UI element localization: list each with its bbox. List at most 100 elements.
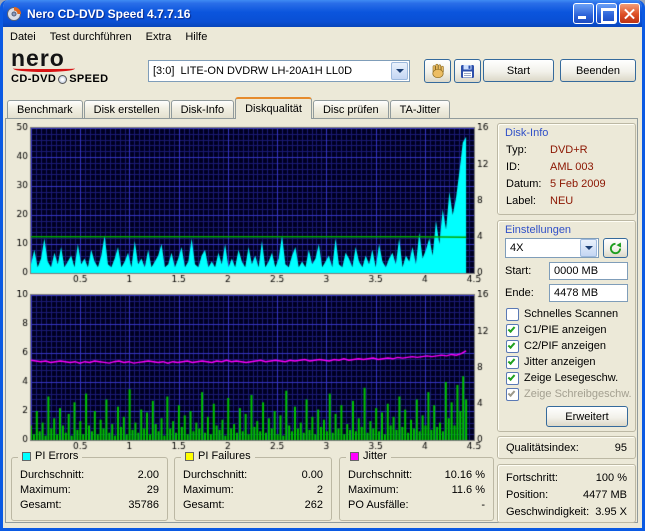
summary-row: Maximum: 2	[183, 483, 323, 496]
end-position-input[interactable]: 4478 MB	[549, 284, 628, 302]
checkbox-c2-pif-anzeigen[interactable]: C2/PIF anzeigen	[498, 338, 635, 354]
checkbox-zeige-lesegeschw[interactable]: Zeige Lesegeschw.	[498, 370, 635, 386]
summary-row: Gesamt: 35786	[20, 498, 159, 511]
scan-speed-combo[interactable]: 4X	[505, 238, 600, 258]
quit-button[interactable]: Beenden	[560, 59, 636, 82]
nero-logo-wordmark: nero	[11, 45, 65, 71]
pi-errors-summary-group: PI Errors Durchschnitt: 2.00 Maximum: 29 G…	[11, 450, 168, 521]
close-button[interactable]	[619, 3, 640, 24]
window-title: Nero CD-DVD Speed 4.7.7.16	[27, 6, 191, 21]
nero-logo: nero CD-DVD SPEED	[11, 45, 143, 92]
drive-combo-dropdown-button[interactable]	[391, 62, 408, 80]
disk-info-panel: Disk-Info Typ: DVD+R ID: AML 003 Datum: …	[497, 123, 636, 215]
options-button[interactable]	[424, 59, 451, 83]
tab-diskqualitaet[interactable]: Diskqualität	[235, 97, 312, 119]
quality-index-panel: Qualitätsindex: 95	[497, 436, 636, 459]
hand-icon	[431, 63, 444, 79]
check-icon	[507, 372, 516, 381]
tab-disc-pruefen[interactable]: Disc prüfen	[312, 100, 389, 119]
pi-failures-legend-swatch	[185, 451, 194, 461]
save-button[interactable]	[454, 59, 481, 83]
minimize-button[interactable]	[573, 3, 594, 24]
drive-select-value: [3:0] LITE-ON DVDRW LH-20A1H LL0D	[153, 65, 353, 77]
progress-row-fortschritt: Fortschritt: 100 %	[506, 471, 627, 484]
logo-product-cd-dvd: CD-DVD	[11, 73, 57, 85]
chevron-down-icon	[584, 246, 593, 250]
menu-datei[interactable]: Datei	[3, 29, 43, 45]
advanced-button[interactable]: Erweitert	[546, 406, 628, 427]
scan-speed-value: 4X	[510, 242, 524, 254]
summary-row: Durchschnitt: 2.00	[20, 468, 159, 481]
chevron-down-icon	[395, 69, 404, 73]
menu-hilfe[interactable]: Hilfe	[178, 29, 214, 45]
tab-ta-jitter[interactable]: TA-Jitter	[389, 100, 451, 119]
pi-errors-chart	[11, 123, 494, 286]
pi-failures-group-title: PI Failures	[181, 450, 255, 462]
disc-icon	[58, 74, 68, 84]
progress-row-position: Position: 4477 MB	[506, 488, 627, 501]
pi-failures-summary-group: PI Failures Durchschnitt: 0.00 Maximum: 2 …	[174, 450, 332, 521]
nero-cd-dvd-speed-window: Nero CD-DVD Speed 4.7.7.16 Datei Test du…	[0, 0, 645, 531]
disk-info-row-datum: Datum: 5 Feb 2009	[506, 177, 606, 190]
floppy-disk-icon	[461, 64, 474, 78]
maximize-button[interactable]	[596, 3, 617, 24]
jitter-legend-swatch	[350, 451, 359, 461]
pi-failures-jitter-chart	[11, 290, 494, 453]
start-button[interactable]: Start	[483, 59, 554, 82]
pi-errors-legend-swatch	[22, 451, 31, 461]
titlebar: Nero CD-DVD Speed 4.7.7.16	[3, 0, 642, 27]
menubar: Datei Test durchführen Extra Hilfe	[3, 27, 642, 47]
tab-disk-erstellen[interactable]: Disk erstellen	[83, 100, 170, 119]
summary-row: Durchschnitt: 0.00	[183, 468, 323, 481]
summary-row: Maximum: 29	[20, 483, 159, 496]
pi-errors-group-title: PI Errors	[18, 450, 83, 462]
refresh-button[interactable]	[603, 238, 628, 258]
summary-row: Maximum: 11.6 %	[348, 483, 485, 496]
check-icon	[507, 324, 516, 333]
disk-info-row-typ: Typ: DVD+R	[506, 143, 588, 156]
checkbox-box	[506, 307, 519, 321]
disk-info-row-id: ID: AML 003	[506, 160, 594, 173]
check-icon	[507, 356, 516, 365]
summary-row: Durchschnitt: 10.16 %	[348, 468, 485, 481]
jitter-group-title: Jitter	[346, 450, 391, 462]
position-value: 4477 MB	[582, 488, 627, 501]
check-icon	[507, 340, 516, 349]
quality-index-label: Qualitätsindex:	[506, 441, 579, 454]
end-field-label: Ende:	[505, 287, 534, 299]
speed-combo-dropdown-button[interactable]	[580, 239, 598, 257]
progress-value: 100 %	[595, 471, 627, 484]
disk-info-title: Disk-Info	[505, 127, 549, 139]
jitter-summary-group: Jitter Durchschnitt: 10.16 % Maximum: 11.6…	[339, 450, 494, 521]
tab-disk-info[interactable]: Disk-Info	[170, 100, 235, 119]
advanced-button-label: Erweitert	[565, 410, 609, 423]
checkbox-c1-pie-anzeigen[interactable]: C1/PIE anzeigen	[498, 322, 635, 338]
menu-extra[interactable]: Extra	[139, 29, 179, 45]
checkbox-schnelles-scannen[interactable]: Schnelles Scannen	[498, 306, 635, 322]
checkbox-zeige-schreibgeschw[interactable]: Zeige Schreibgeschw.	[498, 386, 635, 402]
speed-value: 3.95 X	[595, 505, 627, 518]
summary-row: PO Ausfälle: -	[348, 498, 485, 511]
menu-test-durchfuehren[interactable]: Test durchführen	[43, 29, 139, 45]
quit-button-label: Beenden	[575, 64, 621, 77]
start-field-label: Start:	[505, 265, 532, 277]
progress-row-geschwindigkeit: Geschwindigkeit: 3.95 X	[506, 505, 627, 518]
start-position-input[interactable]: 0000 MB	[549, 262, 628, 280]
logo-product-speed: SPEED	[69, 73, 109, 85]
settings-panel: Einstellungen 4X Start: 0000 MB Ende: 44…	[497, 220, 636, 432]
checkbox-box	[506, 387, 519, 401]
disk-info-row-label: Label: NEU	[506, 194, 574, 207]
checkbox-box	[506, 371, 519, 385]
start-button-label: Start	[506, 64, 531, 77]
summary-row: Gesamt: 262	[183, 498, 323, 511]
tab-benchmark[interactable]: Benchmark	[7, 100, 83, 119]
tab-strip: Benchmark Disk erstellen Disk-Info Diskq…	[7, 97, 451, 119]
checkbox-box	[506, 355, 519, 369]
app-icon	[7, 6, 21, 21]
quality-index-value: 95	[614, 441, 627, 454]
drive-select-combo[interactable]: [3:0] LITE-ON DVDRW LH-20A1H LL0D	[148, 60, 410, 82]
checkbox-jitter-anzeigen[interactable]: Jitter anzeigen	[498, 354, 635, 370]
checkbox-box	[506, 323, 519, 337]
check-icon	[507, 388, 516, 397]
settings-checkbox-list: Schnelles Scannen C1/PIE anzeigen C2/PIF…	[498, 306, 635, 402]
